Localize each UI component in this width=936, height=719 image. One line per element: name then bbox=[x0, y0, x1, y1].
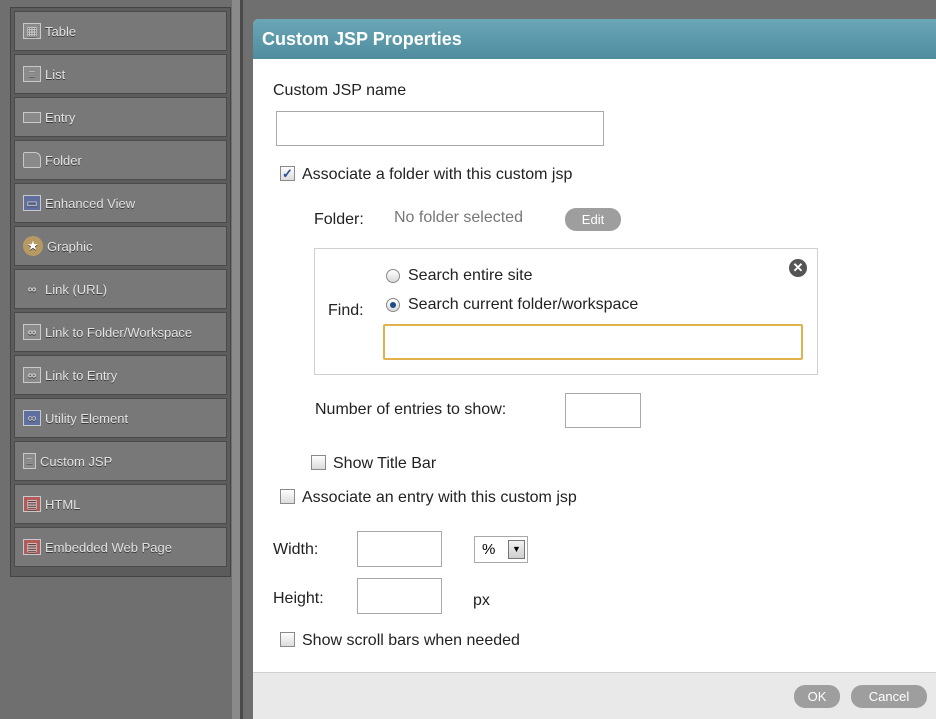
width-input[interactable] bbox=[357, 531, 442, 567]
cancel-button[interactable]: Cancel bbox=[851, 685, 927, 708]
search-site-label: Search entire site bbox=[408, 267, 533, 284]
assoc-folder-checkbox[interactable]: ✓ bbox=[280, 166, 295, 181]
find-input[interactable] bbox=[383, 324, 803, 360]
utility-element-icon: ∞ bbox=[23, 410, 41, 426]
width-unit-select[interactable]: % ▼ bbox=[474, 536, 528, 563]
palette-item-label: Utility Element bbox=[45, 410, 129, 426]
entry-icon bbox=[23, 111, 41, 123]
palette-item-custom-jsp[interactable]: ≡ Custom JSP bbox=[14, 441, 227, 481]
height-label: Height: bbox=[273, 590, 324, 607]
palette-item-link-url[interactable]: ∞ Link (URL) bbox=[14, 269, 227, 309]
palette-item-label: List bbox=[45, 66, 66, 82]
palette-item-folder[interactable]: Folder bbox=[14, 140, 227, 180]
palette-item-label: Custom JSP bbox=[40, 453, 113, 469]
graphic-icon: ★ bbox=[23, 236, 43, 256]
palette-item-utility-element[interactable]: ∞ Utility Element bbox=[14, 398, 227, 438]
custom-jsp-dialog: Custom JSP Properties Custom JSP name ✓ … bbox=[253, 19, 936, 719]
table-icon: ▦ bbox=[23, 23, 41, 39]
palette-item-enhanced-view[interactable]: ▭ Enhanced View bbox=[14, 183, 227, 223]
height-input[interactable] bbox=[357, 578, 442, 614]
assoc-entry-checkbox[interactable] bbox=[280, 489, 295, 504]
palette-item-label: Embedded Web Page bbox=[45, 539, 172, 555]
palette-item-list[interactable]: ≡ List bbox=[14, 54, 227, 94]
jsp-name-label: Custom JSP name bbox=[273, 82, 407, 99]
assoc-folder-label: Associate a folder with this custom jsp bbox=[302, 166, 573, 183]
palette-item-label: Link (URL) bbox=[45, 281, 108, 297]
divider bbox=[232, 0, 240, 719]
palette-item-table[interactable]: ▦ Table bbox=[14, 11, 227, 51]
scroll-bars-checkbox[interactable] bbox=[280, 632, 295, 647]
search-current-radio[interactable] bbox=[386, 298, 400, 312]
embedded-web-page-icon: ▤ bbox=[23, 539, 41, 555]
palette-item-embedded-web-page[interactable]: ▤ Embedded Web Page bbox=[14, 527, 227, 567]
jsp-name-input[interactable] bbox=[276, 111, 604, 146]
divider-line bbox=[240, 0, 243, 719]
palette-item-label: Folder bbox=[45, 152, 82, 168]
palette-item-html[interactable]: ▤ HTML bbox=[14, 484, 227, 524]
find-label: Find: bbox=[328, 302, 364, 319]
search-current-label: Search current folder/workspace bbox=[408, 296, 639, 313]
assoc-entry-label: Associate an entry with this custom jsp bbox=[302, 489, 577, 506]
height-unit: px bbox=[473, 592, 490, 609]
list-icon: ≡ bbox=[23, 66, 41, 82]
palette-item-graphic[interactable]: ★ Graphic bbox=[14, 226, 227, 266]
ok-button[interactable]: OK bbox=[794, 685, 840, 708]
custom-jsp-icon: ≡ bbox=[23, 453, 36, 469]
dialog-title: Custom JSP Properties bbox=[253, 19, 936, 59]
palette-item-label: Enhanced View bbox=[45, 195, 136, 211]
entries-input[interactable] bbox=[565, 393, 641, 428]
html-icon: ▤ bbox=[23, 496, 41, 512]
palette-item-label: HTML bbox=[45, 496, 81, 512]
width-label: Width: bbox=[273, 541, 319, 558]
dialog-footer: OK Cancel bbox=[253, 672, 936, 719]
palette-item-link-folder[interactable]: ∞ Link to Folder/Workspace bbox=[14, 312, 227, 352]
entries-label: Number of entries to show: bbox=[315, 401, 507, 418]
scroll-bars-label: Show scroll bars when needed bbox=[302, 632, 520, 649]
close-icon[interactable]: ✕ bbox=[789, 259, 807, 277]
show-title-bar-checkbox[interactable] bbox=[311, 455, 326, 470]
element-palette: ▦ Table ≡ List Entry Folder ▭ Enhanced V… bbox=[10, 7, 231, 577]
palette-item-entry[interactable]: Entry bbox=[14, 97, 227, 137]
folder-icon bbox=[23, 152, 41, 168]
folder-label: Folder: bbox=[314, 211, 364, 228]
palette-item-label: Link to Folder/Workspace bbox=[45, 324, 193, 340]
search-site-radio[interactable] bbox=[386, 269, 400, 283]
edit-folder-button[interactable]: Edit bbox=[565, 208, 621, 231]
width-unit-value: % bbox=[482, 541, 496, 558]
link-folder-icon: ∞ bbox=[23, 324, 41, 340]
link-entry-icon: ∞ bbox=[23, 367, 41, 383]
link-icon: ∞ bbox=[27, 282, 37, 296]
palette-item-label: Entry bbox=[45, 109, 76, 125]
folder-value: No folder selected bbox=[394, 209, 523, 226]
palette-item-label: Table bbox=[45, 23, 77, 39]
palette-item-label: Link to Entry bbox=[45, 367, 118, 383]
enhanced-view-icon: ▭ bbox=[23, 195, 41, 211]
show-title-bar-label: Show Title Bar bbox=[333, 455, 437, 472]
palette-item-label: Graphic bbox=[47, 238, 93, 254]
palette-item-link-entry[interactable]: ∞ Link to Entry bbox=[14, 355, 227, 395]
chevron-down-icon[interactable]: ▼ bbox=[508, 540, 525, 559]
